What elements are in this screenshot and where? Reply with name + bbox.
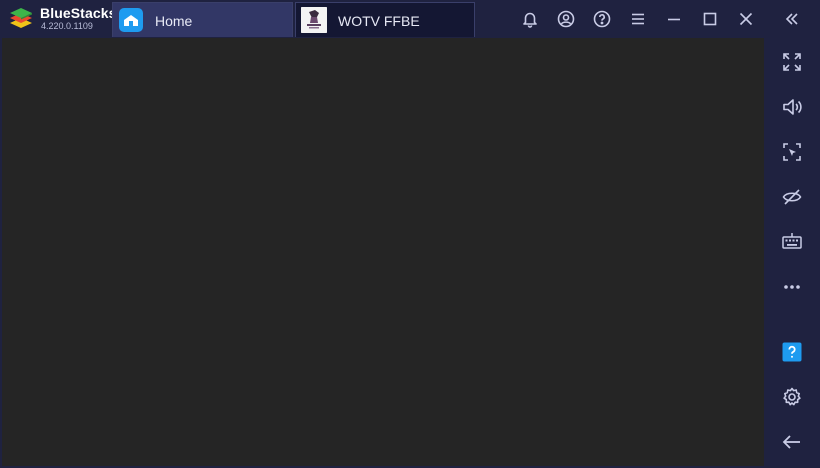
help-badge-icon[interactable] (779, 339, 805, 365)
bluestacks-logo-icon (8, 6, 34, 32)
settings-icon[interactable] (779, 384, 805, 410)
account-icon[interactable] (555, 8, 577, 30)
app-name: BlueStacks (40, 5, 117, 21)
tab-home[interactable]: Home (112, 2, 293, 37)
home-icon (119, 8, 143, 32)
app-screen[interactable] (2, 38, 764, 466)
help-icon[interactable] (591, 8, 613, 30)
maximize-icon[interactable] (699, 8, 721, 30)
tab-home-label: Home (155, 13, 193, 29)
tab-wotv-ffbe-label: WOTV FFBE (338, 13, 420, 29)
close-icon[interactable] (735, 8, 757, 30)
right-sidebar (766, 38, 820, 468)
app-version: 4.220.0.1109 (41, 21, 93, 31)
screenshot-icon[interactable] (779, 139, 805, 165)
volume-icon[interactable] (779, 94, 805, 120)
eye-off-icon[interactable] (779, 184, 805, 210)
more-icon[interactable] (779, 274, 805, 300)
game-thumbnail-icon (301, 7, 327, 33)
collapse-sidebar-icon[interactable] (781, 8, 803, 30)
title-bar: BlueStacks 4.220.0.1109 Home WOTV FFBE (0, 0, 820, 38)
fullscreen-icon[interactable] (779, 49, 805, 75)
menu-icon[interactable] (627, 8, 649, 30)
keyboard-icon[interactable] (779, 229, 805, 255)
back-icon[interactable] (779, 429, 805, 455)
minimize-icon[interactable] (663, 8, 685, 30)
tab-wotv-ffbe[interactable]: WOTV FFBE (295, 2, 475, 37)
bell-icon[interactable] (519, 8, 541, 30)
